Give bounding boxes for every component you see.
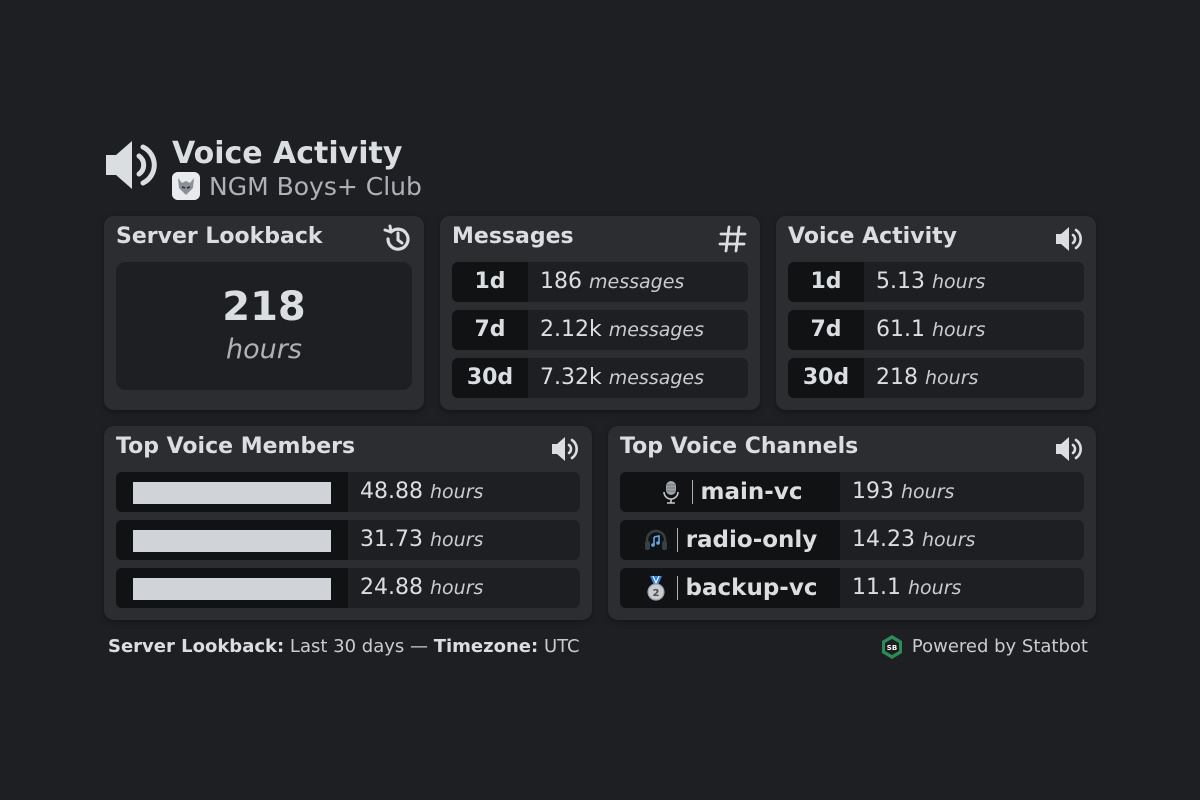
footer-info: Server Lookback: Last 30 days — Timezone… [108,636,580,657]
channel-name: backup-vc [685,575,818,601]
channel-name: main-vc [700,479,803,505]
channel-name: radio-only [685,527,818,553]
member-name-slot [116,472,348,512]
server-avatar [172,172,200,200]
powered-by: SB Powered by Statbot [879,634,1088,660]
member-hours: 31.73 hours [360,527,484,552]
stat-value: 61.1 hours [876,317,986,342]
server-name: NGM Boys+ Club [209,172,422,201]
speaker-icon [1056,227,1082,251]
timezone-value: UTC [543,636,580,657]
channel-name-slot: 2 backup-vc [620,568,840,608]
statbot-logo-text: SB [887,644,897,652]
separator [676,576,678,600]
stat-value: 7.32k messages [540,365,705,390]
redacted-member-name [133,530,331,552]
stat-value: 186 messages [540,269,685,294]
headphones-icon [644,529,667,550]
stat-row: 7d 61.1 hours [788,310,1084,350]
redacted-member-name [133,482,331,504]
top-voice-channels-card: Top Voice Channels main-vc 193 hours rad… [608,426,1096,620]
stat-row: 30d 7.32k messages [452,358,748,398]
period-label: 30d [788,358,864,398]
speaker-icon [552,437,578,461]
period-label: 1d [788,262,864,302]
voice-activity-card: Voice Activity 1d 5.13 hours 7d 61.1 hou… [776,216,1096,410]
period-label: 7d [452,310,528,350]
lookback-label: Server Lookback: [108,636,285,657]
card-title: Top Voice Channels [620,434,859,459]
separator [691,480,693,504]
lookback-display: 218 hours [116,262,412,390]
stat-value: 2.12k messages [540,317,705,342]
card-title: Server Lookback [116,224,323,249]
powered-by-text: Powered by Statbot [911,636,1088,657]
stat-row: 30d 218 hours [788,358,1084,398]
period-label: 1d [452,262,528,302]
lookback-value: Last 30 days [289,636,405,657]
list-item: 48.88 hours [116,472,580,512]
channel-name-slot: main-vc [620,472,840,512]
page-title: Voice Activity [172,136,403,171]
stat-row: 7d 2.12k messages [452,310,748,350]
messages-card: Messages 1d 186 messages 7d 2.12k messag… [440,216,760,410]
channel-hours: 11.1 hours [852,575,962,600]
server-lookback-card: Server Lookback 218 hours [104,216,424,410]
stat-value: 218 hours [876,365,979,390]
channel-hours: 193 hours [852,479,955,504]
svg-text:2: 2 [652,588,659,599]
history-icon [383,224,410,251]
period-label: 30d [452,358,528,398]
microphone-icon [662,481,679,504]
channel-name-slot: radio-only [620,520,840,560]
channel-hours: 14.23 hours [852,527,976,552]
card-title: Voice Activity [788,224,957,249]
stat-value: 5.13 hours [876,269,986,294]
member-hours: 48.88 hours [360,479,484,504]
redacted-member-name [133,578,331,600]
card-title: Top Voice Members [116,434,356,459]
footer-separator: — [409,636,428,657]
statbot-logo-icon: SB [881,635,902,659]
silver-medal-icon: 2 [646,575,665,601]
separator [676,528,678,552]
list-item: main-vc 193 hours [620,472,1084,512]
period-label: 7d [788,310,864,350]
member-name-slot [116,520,348,560]
list-item: 24.88 hours [116,568,580,608]
list-item: 31.73 hours [116,520,580,560]
member-name-slot [116,568,348,608]
speaker-icon [1056,437,1082,461]
hash-icon [718,225,747,253]
stat-row: 1d 5.13 hours [788,262,1084,302]
list-item: radio-only 14.23 hours [620,520,1084,560]
card-title: Messages [452,224,574,249]
speaker-icon [106,141,157,189]
top-voice-members-card: Top Voice Members 48.88 hours 31.73 hour… [104,426,592,620]
timezone-label: Timezone: [433,636,539,657]
list-item: 2 backup-vc 11.1 hours [620,568,1084,608]
lookback-value: 218 [222,284,306,330]
lookback-unit: hours [226,334,302,365]
member-hours: 24.88 hours [360,575,484,600]
stat-row: 1d 186 messages [452,262,748,302]
